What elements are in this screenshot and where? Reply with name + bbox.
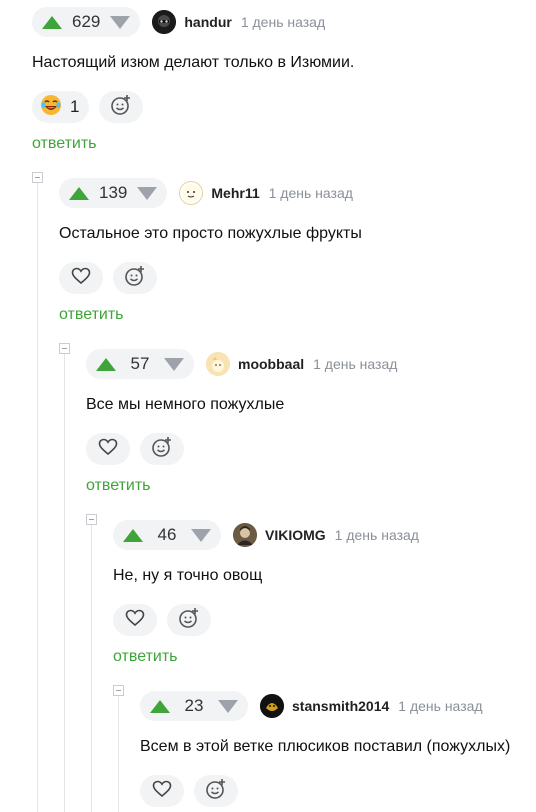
thread-line-3	[91, 525, 92, 812]
vote-count: 23	[184, 696, 204, 715]
add-emoji-icon	[110, 94, 132, 121]
add-reaction-button[interactable]	[140, 433, 184, 465]
add-emoji-icon	[178, 607, 200, 634]
upvote-icon[interactable]	[42, 15, 62, 29]
heart-icon	[98, 438, 118, 461]
rating-control: 46	[113, 520, 221, 550]
username[interactable]: moobbaal	[238, 356, 304, 372]
username[interactable]: handur	[184, 14, 231, 30]
like-button[interactable]	[59, 262, 103, 294]
collapse-toggle[interactable]	[113, 685, 124, 696]
thread-line-2	[64, 354, 65, 812]
collapse-toggle[interactable]	[86, 514, 97, 525]
comment-text: Всем в этой ветке плюсиков поставил (пож…	[140, 738, 511, 755]
add-reaction-button[interactable]	[194, 775, 238, 807]
like-button[interactable]	[113, 604, 157, 636]
rating-control: 139	[59, 178, 168, 208]
timestamp: 1 день назад	[398, 698, 483, 714]
reaction-count: 1	[70, 97, 80, 116]
avatar[interactable]	[260, 694, 284, 718]
add-emoji-icon	[151, 436, 173, 463]
reply-link[interactable]: ответить	[86, 477, 151, 495]
heart-icon	[71, 267, 91, 290]
rating-control: 57	[86, 349, 194, 379]
avatar[interactable]	[152, 10, 177, 34]
vote-count: 629	[72, 12, 101, 31]
laughing-emoji-icon	[40, 94, 62, 121]
comment-text: Настоящий изюм делают только в Изюмии.	[32, 54, 355, 71]
collapse-toggle[interactable]	[59, 343, 70, 354]
comment: 629 handur 1 день назад Настоящий изюм д…	[32, 7, 354, 153]
vote-count: 57	[130, 354, 150, 373]
downvote-icon[interactable]	[164, 357, 184, 371]
like-button[interactable]	[140, 775, 184, 807]
rating-control: 629	[32, 7, 141, 37]
downvote-icon[interactable]	[137, 186, 158, 200]
comment-actions	[86, 433, 397, 465]
heart-icon	[125, 609, 145, 632]
comment-actions: 1	[32, 91, 354, 123]
add-reaction-button[interactable]	[167, 604, 211, 636]
downvote-icon[interactable]	[191, 528, 211, 542]
add-emoji-icon	[205, 778, 227, 805]
comment-header: 57 moobbaal 1 день назад	[86, 349, 397, 379]
comment: 57 moobbaal 1 день назад Все мы немного …	[86, 349, 397, 495]
reply-link[interactable]: ответить	[113, 648, 178, 666]
comment: 46 VIKIOMG 1 день назад Не, ну я точно о…	[113, 520, 419, 666]
upvote-icon[interactable]	[150, 699, 170, 713]
comment-text: Остальное это просто пожухлые фрукты	[59, 225, 362, 242]
avatar[interactable]	[233, 523, 257, 547]
add-emoji-icon	[124, 265, 146, 292]
heart-icon	[152, 780, 172, 803]
comment-header: 46 VIKIOMG 1 день назад	[113, 520, 419, 550]
comment: 139 Mehr11 1 день назад Остальное это пр…	[59, 178, 362, 324]
comment-actions	[59, 262, 362, 294]
add-reaction-button[interactable]	[113, 262, 157, 294]
upvote-icon[interactable]	[123, 528, 143, 542]
timestamp: 1 день назад	[313, 356, 398, 372]
timestamp: 1 день назад	[268, 185, 353, 201]
comment-header: 139 Mehr11 1 день назад	[59, 178, 362, 208]
downvote-icon[interactable]	[218, 699, 238, 713]
upvote-icon[interactable]	[69, 186, 89, 200]
comment-header: 23 stansmith2014 1 день назад	[140, 691, 510, 721]
like-button[interactable]	[86, 433, 130, 465]
reply-link[interactable]: ответить	[32, 135, 97, 153]
thread-line-1	[37, 183, 38, 812]
timestamp: 1 день назад	[334, 527, 419, 543]
vote-count: 139	[99, 183, 128, 202]
upvote-icon[interactable]	[96, 357, 116, 371]
comment-thread: 629 handur 1 день назад Настоящий изюм д…	[0, 0, 536, 812]
comment-text: Все мы немного пожухлые	[86, 396, 285, 413]
downvote-icon[interactable]	[110, 15, 131, 29]
comment-header: 629 handur 1 день назад	[32, 7, 354, 37]
add-reaction-button[interactable]	[99, 91, 144, 123]
vote-count: 46	[157, 525, 177, 544]
avatar[interactable]	[206, 352, 230, 376]
reply-link[interactable]: ответить	[59, 306, 124, 324]
username[interactable]: VIKIOMG	[265, 527, 326, 543]
collapse-toggle[interactable]	[32, 172, 43, 183]
comment: 23 stansmith2014 1 день назад Всем в это…	[140, 691, 510, 807]
reaction-button[interactable]: 1	[32, 91, 90, 123]
thread-line-4	[118, 696, 119, 812]
comment-actions	[113, 604, 419, 636]
username[interactable]: Mehr11	[211, 185, 259, 201]
comment-text: Не, ну я точно овощ	[113, 567, 263, 584]
username[interactable]: stansmith2014	[292, 698, 389, 714]
comment-actions	[140, 775, 510, 807]
timestamp: 1 день назад	[240, 14, 326, 30]
rating-control: 23	[140, 691, 248, 721]
avatar[interactable]	[179, 181, 204, 205]
